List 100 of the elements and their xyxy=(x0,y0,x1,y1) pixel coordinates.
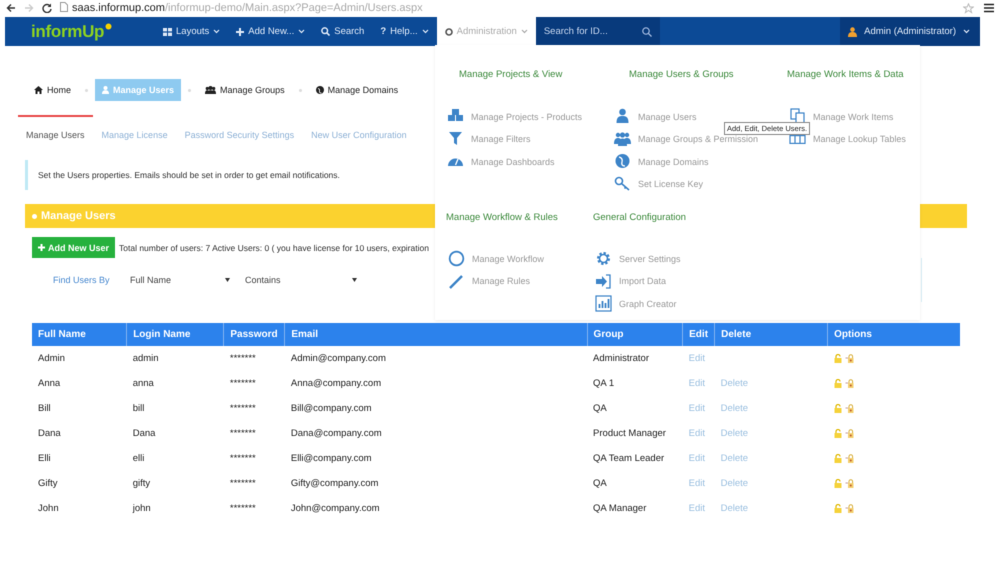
dropdown[interactable]: Contains xyxy=(245,275,357,285)
user-icon xyxy=(102,86,110,94)
tab[interactable]: Password Security Settings xyxy=(176,115,302,144)
menu-item[interactable]: Manage Projects - Products xyxy=(445,107,602,126)
star-icon[interactable] xyxy=(963,2,974,14)
users-icon xyxy=(205,86,216,94)
filter-label: Find Users By xyxy=(53,274,111,286)
table-cell: ******* xyxy=(224,346,285,371)
table-cell-text: Bill xyxy=(37,402,52,416)
breadcrumb-link[interactable]: Home xyxy=(27,79,78,101)
home-icon xyxy=(34,86,43,94)
table-cell: Admin xyxy=(32,346,127,371)
table-cell-text: Dana xyxy=(132,427,156,441)
section-title: Manage Projects & View xyxy=(458,68,564,82)
breadcrumb-link[interactable]: Manage Groups xyxy=(198,79,292,101)
lock-icon[interactable] xyxy=(844,429,854,438)
menu-item[interactable]: Server Settings xyxy=(593,249,742,268)
delete-link[interactable]: Delete xyxy=(720,428,748,439)
back-icon[interactable] xyxy=(6,3,16,13)
user-icon xyxy=(848,26,858,36)
reload-icon[interactable] xyxy=(42,3,52,13)
table-cell-text: ******* xyxy=(228,477,257,491)
column-header: Password xyxy=(224,323,285,346)
search-icon xyxy=(321,27,330,36)
lock-icon[interactable] xyxy=(844,454,854,463)
nav-menu-item[interactable]: Search xyxy=(313,17,372,46)
menu-item[interactable]: Manage Domains xyxy=(612,152,777,172)
table-cell-text: ******* xyxy=(228,502,257,516)
section-title: Manage Users & Groups xyxy=(628,68,735,82)
user-menu[interactable]: Admin (Administrator) xyxy=(840,17,980,46)
delete-link[interactable]: Delete xyxy=(720,453,748,464)
lock-icon[interactable] xyxy=(844,404,854,413)
menu-item[interactable]: Manage Dashboards xyxy=(445,152,602,172)
edit-link[interactable]: Edit xyxy=(688,503,706,514)
table-cell-text: elli xyxy=(132,452,146,466)
table-cell-text: John@company.com xyxy=(290,502,381,516)
delete-link[interactable]: Delete xyxy=(720,478,748,489)
caret-icon xyxy=(963,29,970,34)
tab[interactable]: Manage Users xyxy=(18,115,93,144)
lock-icon[interactable] xyxy=(844,354,854,363)
breadcrumb-link[interactable]: Manage Domains xyxy=(308,79,406,101)
users-icon xyxy=(614,130,631,148)
table-cell-text: anna xyxy=(132,377,155,391)
caret-icon xyxy=(352,278,357,282)
ring-icon xyxy=(448,250,465,268)
menu-item[interactable]: Graph Creator xyxy=(593,294,742,314)
nav-menu-item[interactable]: ? Help... xyxy=(372,17,437,46)
lock-icon[interactable] xyxy=(844,504,854,513)
column-header: Group xyxy=(587,323,683,346)
lock-icon[interactable] xyxy=(844,379,854,388)
plus-icon xyxy=(236,28,244,36)
edit-link[interactable]: Edit xyxy=(688,403,706,414)
tab[interactable]: Manage License xyxy=(94,115,176,144)
menu-item[interactable]: Manage Rules xyxy=(446,272,582,291)
nav-menu-item[interactable]: Add New... xyxy=(228,17,314,46)
breadcrumb-link[interactable]: Manage Users xyxy=(95,79,182,101)
lock-icon[interactable] xyxy=(844,479,854,488)
table-cell-text: QA Manager xyxy=(592,502,648,516)
delete-link[interactable]: Delete xyxy=(720,503,748,514)
edit-link[interactable]: Edit xyxy=(688,378,706,389)
plus-icon xyxy=(38,244,45,251)
table-cell-text: Dana xyxy=(37,427,62,441)
table-cell: Admin@company.com xyxy=(284,346,588,371)
menu-item[interactable]: Import Data xyxy=(593,272,742,291)
menu-icon[interactable] xyxy=(984,2,994,12)
edit-link[interactable]: Edit xyxy=(688,428,706,439)
tab[interactable]: New User Configuration xyxy=(303,115,415,144)
search-field[interactable]: Search for ID... xyxy=(536,17,660,46)
edit-link[interactable]: Edit xyxy=(688,353,706,364)
filter-icon xyxy=(447,130,464,148)
table-cell-text: bill xyxy=(132,402,146,416)
logo-dot-icon xyxy=(105,23,112,30)
edit-link[interactable]: Edit xyxy=(688,478,706,489)
menu-item[interactable]: Set License Key xyxy=(612,174,777,194)
column-header: Delete xyxy=(714,323,828,346)
table-cell: Administrator xyxy=(587,346,683,371)
nav-menu-item[interactable]: Administration xyxy=(436,17,536,46)
column-header: Options xyxy=(828,323,960,346)
section-title: Manage Workflow & Rules xyxy=(445,210,559,224)
search-icon xyxy=(642,26,652,36)
table-icon xyxy=(789,134,806,144)
table-cell-text: ******* xyxy=(228,452,257,466)
delete-link[interactable]: Delete xyxy=(720,378,748,389)
table-cell-text: Gifty@company.com xyxy=(290,477,380,491)
nav-menu-item[interactable]: Layouts xyxy=(155,17,228,46)
table-cell-text: Bill@company.com xyxy=(290,402,373,416)
section-title: Manage Work Items & Data xyxy=(786,68,905,82)
circle-icon xyxy=(32,214,37,218)
delete-link[interactable]: Delete xyxy=(720,403,748,414)
grid-icon xyxy=(163,28,172,36)
dropdown[interactable]: Full Name xyxy=(130,275,230,285)
address-field[interactable]: saas.informup.com/informup-demo/Main.aspx?Page=Admin/Users.aspx xyxy=(60,2,423,14)
edit-link[interactable]: Edit xyxy=(688,453,706,464)
add-user-button[interactable]: Add New User xyxy=(32,237,116,258)
user-icon xyxy=(614,108,631,126)
menu-item[interactable]: Manage Workflow xyxy=(446,249,582,268)
menu-item[interactable]: Manage Filters xyxy=(445,130,602,149)
column-header: Email xyxy=(284,323,588,346)
page-icon xyxy=(60,2,68,12)
table-cell-text: QA 1 xyxy=(592,377,616,391)
